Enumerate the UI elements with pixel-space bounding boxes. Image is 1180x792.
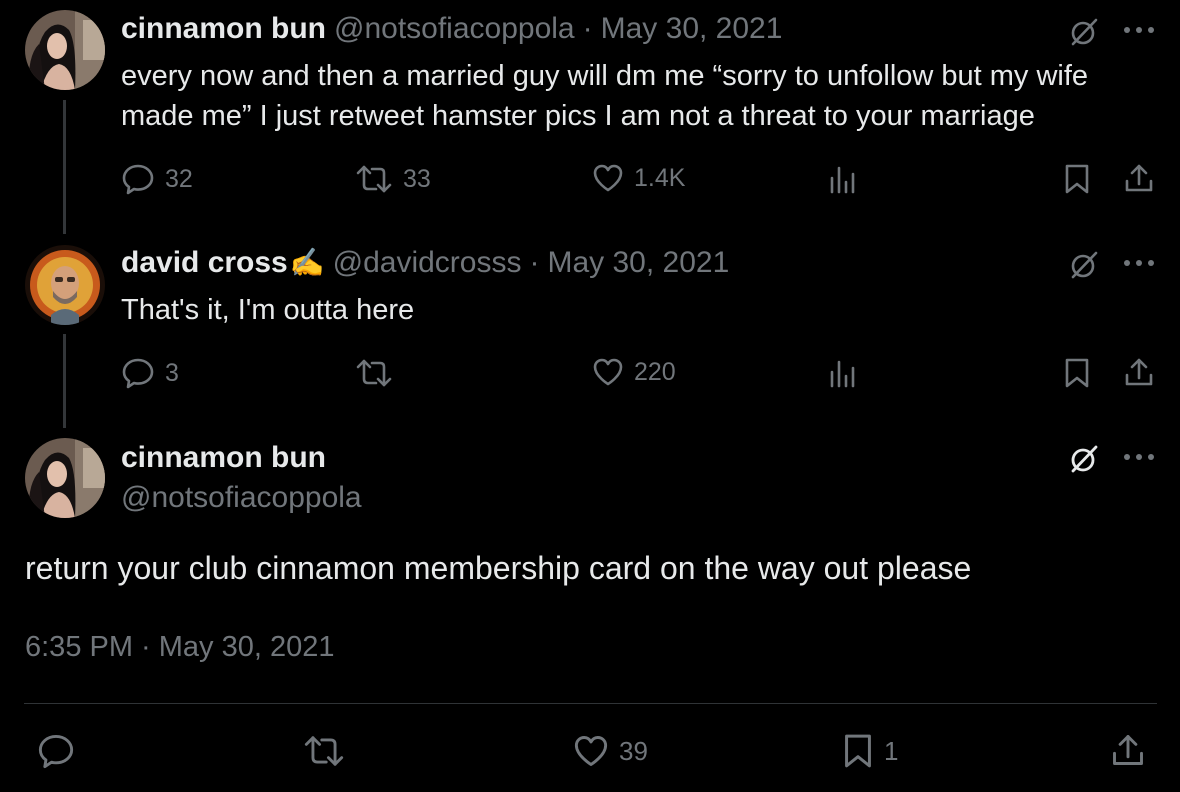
tweet-timestamp[interactable]: 6:35 PM · May 30, 2021 bbox=[25, 631, 335, 664]
retweet-icon bbox=[355, 357, 393, 389]
tweet-1-header: cinnamon bun @notsofiacoppola · May 30, … bbox=[121, 12, 782, 46]
tweet-text: That's it, I'm outta here bbox=[121, 294, 415, 326]
reply-button[interactable] bbox=[37, 733, 75, 769]
thread-line bbox=[63, 100, 66, 234]
reply-icon bbox=[38, 735, 74, 769]
avatar-illustration-icon bbox=[25, 245, 105, 325]
bookmark-icon bbox=[842, 732, 874, 770]
more-icon[interactable] bbox=[1122, 25, 1156, 35]
avatar-photo-icon bbox=[25, 438, 105, 518]
handle[interactable]: @davidcrosss bbox=[333, 246, 522, 280]
heart-icon bbox=[592, 357, 624, 387]
more-icon[interactable] bbox=[1122, 258, 1156, 268]
thread-line bbox=[63, 334, 66, 428]
tweet-text: every now and then a married guy will dm… bbox=[121, 60, 1089, 132]
avatar-cinnamon-bun[interactable] bbox=[25, 438, 105, 518]
writing-hand-emoji: ✍️ bbox=[289, 247, 325, 278]
reply-icon bbox=[121, 163, 155, 195]
grok-icon[interactable] bbox=[1068, 249, 1100, 281]
bookmark-icon[interactable] bbox=[1063, 163, 1091, 195]
separator: · bbox=[582, 12, 593, 45]
display-name[interactable]: cinnamon bun bbox=[121, 441, 326, 475]
like-count: 220 bbox=[634, 357, 676, 386]
reply-icon bbox=[121, 357, 155, 389]
views-icon[interactable] bbox=[828, 166, 858, 194]
like-button[interactable]: 39 bbox=[573, 734, 648, 768]
grok-icon[interactable] bbox=[1068, 16, 1100, 48]
share-icon[interactable] bbox=[1123, 162, 1155, 194]
avatar-david-cross[interactable] bbox=[25, 245, 105, 325]
bookmark-button[interactable]: 1 bbox=[842, 732, 898, 770]
more-icon[interactable] bbox=[1122, 452, 1156, 462]
like-button[interactable]: 220 bbox=[592, 357, 676, 387]
like-button[interactable]: 1.4K bbox=[592, 163, 685, 193]
tweet-date[interactable]: May 30, 2021 bbox=[601, 12, 783, 46]
bookmark-icon[interactable] bbox=[1063, 357, 1091, 389]
reply-button[interactable]: 32 bbox=[121, 163, 193, 195]
separator: · bbox=[529, 246, 540, 279]
avatar-photo-icon bbox=[25, 10, 105, 90]
retweet-count: 33 bbox=[403, 164, 431, 193]
tweet-text: return your club cinnamon membership car… bbox=[25, 550, 972, 586]
tweet-date[interactable]: May 30, 2021 bbox=[547, 246, 729, 280]
heart-icon bbox=[592, 163, 624, 193]
divider bbox=[24, 703, 1157, 704]
heart-icon bbox=[573, 734, 609, 768]
views-icon[interactable] bbox=[828, 360, 858, 388]
reply-count: 3 bbox=[165, 358, 179, 387]
reply-button[interactable]: 3 bbox=[121, 357, 179, 389]
retweet-icon bbox=[355, 163, 393, 195]
handle[interactable]: @notsofiacoppola bbox=[121, 481, 362, 515]
share-icon[interactable] bbox=[1123, 356, 1155, 388]
display-name[interactable]: david cross bbox=[121, 246, 288, 280]
share-icon[interactable] bbox=[1110, 732, 1146, 768]
bookmark-count: 1 bbox=[884, 735, 899, 766]
retweet-button[interactable]: 33 bbox=[355, 163, 431, 195]
like-count: 39 bbox=[619, 735, 648, 766]
retweet-button[interactable] bbox=[355, 357, 403, 389]
retweet-button[interactable] bbox=[303, 733, 345, 769]
grok-icon[interactable] bbox=[1068, 443, 1100, 475]
tweet-2-header: david cross ✍️ @davidcrosss · May 30, 20… bbox=[121, 246, 729, 280]
like-count: 1.4K bbox=[634, 163, 686, 192]
display-name[interactable]: cinnamon bun bbox=[121, 12, 326, 46]
handle[interactable]: @notsofiacoppola bbox=[334, 12, 575, 46]
reply-count: 32 bbox=[165, 164, 193, 193]
retweet-icon bbox=[304, 736, 344, 766]
avatar-cinnamon-bun[interactable] bbox=[25, 10, 105, 90]
